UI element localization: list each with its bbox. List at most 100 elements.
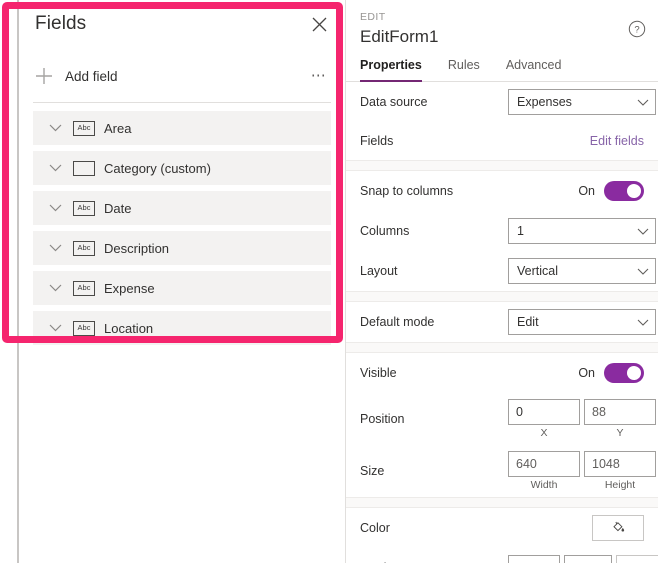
position-label: Position xyxy=(360,412,405,426)
layout-row: Layout Vertical xyxy=(360,251,656,291)
tab-advanced[interactable]: Advanced xyxy=(506,58,562,81)
plus-icon xyxy=(33,65,55,87)
field-list-item-location[interactable]: Abc Location xyxy=(33,311,331,345)
tab-advanced-label: Advanced xyxy=(505,58,562,72)
abc-text-icon: Abc xyxy=(73,240,95,256)
data-source-label: Data source xyxy=(360,95,428,109)
blank-custom-icon xyxy=(73,160,95,176)
snap-to-columns-row: Snap to columns On xyxy=(360,171,644,211)
field-list-item-label: Area xyxy=(104,120,132,136)
chevron-down-icon xyxy=(637,319,649,326)
default-mode-value: Edit xyxy=(517,315,539,329)
columns-label: Columns xyxy=(360,224,410,238)
default-mode-dropdown[interactable]: Edit xyxy=(508,309,656,335)
position-x-input[interactable]: 0 xyxy=(508,399,580,425)
visible-state: On xyxy=(578,366,595,380)
add-field-button[interactable]: Add field ⋯ xyxy=(33,56,331,96)
position-row: Position 0 88 X Y xyxy=(360,393,656,445)
fields-divider xyxy=(33,102,331,103)
data-group: Data source Expenses Fields Edit fields xyxy=(346,82,658,160)
data-source-dropdown[interactable]: Expenses xyxy=(508,89,656,115)
fields-panel-title: Fields xyxy=(35,13,87,34)
layout-dropdown[interactable]: Vertical xyxy=(508,258,656,284)
visible-toggle[interactable] xyxy=(604,363,644,383)
edit-fields-link[interactable]: Edit fields xyxy=(590,134,644,148)
mode-group: Default mode Edit xyxy=(346,302,658,342)
field-list-item-description[interactable]: Abc Description xyxy=(33,231,331,265)
abc-text-icon: Abc xyxy=(73,120,95,136)
chevron-down-icon[interactable] xyxy=(47,240,63,256)
border-color-swatch[interactable] xyxy=(616,555,658,563)
section-separator xyxy=(346,160,658,171)
question-circle-icon[interactable]: ? xyxy=(626,18,648,40)
appearance-group: Color Border xyxy=(346,508,658,563)
toggle-knob xyxy=(627,184,641,198)
chevron-down-icon xyxy=(637,99,649,106)
field-list-item-label: Date xyxy=(104,200,132,216)
color-label: Color xyxy=(360,521,390,535)
fill-color-button[interactable] xyxy=(592,515,644,541)
section-separator xyxy=(346,291,658,302)
data-source-row: Data source Expenses xyxy=(360,82,656,122)
data-source-value: Expenses xyxy=(517,95,572,109)
field-list-item-label: Expense xyxy=(104,280,155,296)
columns-value: 1 xyxy=(517,224,524,238)
fields-row: Fields Edit fields xyxy=(360,122,644,160)
default-mode-row: Default mode Edit xyxy=(360,302,656,342)
chevron-down-icon[interactable] xyxy=(47,160,63,176)
fields-panel-header: Fields xyxy=(19,0,345,48)
chevron-down-icon[interactable] xyxy=(47,320,63,336)
border-style-dropdown[interactable] xyxy=(508,555,560,563)
section-separator xyxy=(346,497,658,508)
default-mode-label: Default mode xyxy=(360,315,435,329)
position-y-input[interactable]: 88 xyxy=(584,399,656,425)
size-row: Size 640 1048 Width Height xyxy=(360,445,656,497)
abc-text-icon: Abc xyxy=(73,320,95,336)
columns-row: Columns 1 xyxy=(360,211,656,251)
tab-rules-label: Rules xyxy=(447,58,480,72)
edit-kicker-label: EDIT xyxy=(360,11,386,23)
field-list-item-label: Location xyxy=(104,320,154,336)
tab-rules[interactable]: Rules xyxy=(448,58,480,81)
field-list-item-label: Description xyxy=(104,240,170,256)
chevron-down-icon[interactable] xyxy=(47,120,63,136)
snap-to-columns-state: On xyxy=(578,184,595,198)
size-label: Size xyxy=(360,464,385,478)
chevron-down-icon[interactable] xyxy=(47,200,63,216)
fields-panel: Fields Add field ⋯ Abc Area Category (cu… xyxy=(19,0,345,345)
snap-to-columns-toggle[interactable] xyxy=(604,181,644,201)
app-root: Fields Add field ⋯ Abc Area Category (cu… xyxy=(0,0,658,563)
size-height-input[interactable]: 1048 xyxy=(584,451,656,477)
geometry-group: Visible On Position 0 88 X Y Size 640 10… xyxy=(346,353,658,497)
layout-value: Vertical xyxy=(517,264,558,278)
paint-bucket-icon xyxy=(611,519,626,537)
tab-properties[interactable]: Properties xyxy=(360,58,422,82)
field-list-item-area[interactable]: Abc Area xyxy=(33,111,331,145)
svg-text:?: ? xyxy=(634,25,639,36)
field-list-item-label: Category (custom) xyxy=(104,160,211,176)
columns-dropdown[interactable]: 1 xyxy=(508,218,656,244)
close-icon[interactable] xyxy=(303,8,335,40)
snap-to-columns-label: Snap to columns xyxy=(360,184,454,198)
layout-label: Layout xyxy=(360,264,398,278)
size-height-caption: Height xyxy=(604,479,636,491)
border-thickness-input[interactable]: 0 xyxy=(564,555,612,563)
size-width-input[interactable]: 640 xyxy=(508,451,580,477)
properties-pane-header: EDIT EditForm1 ? xyxy=(346,0,658,49)
visible-row: Visible On xyxy=(360,353,644,393)
color-row: Color xyxy=(360,508,644,548)
abc-text-icon: Abc xyxy=(73,280,95,296)
layout-group: Snap to columns On Columns 1 Layout Vert… xyxy=(346,171,658,291)
control-name-title: EditForm1 xyxy=(360,27,439,46)
visible-label: Visible xyxy=(360,366,397,380)
fields-label: Fields xyxy=(360,134,394,148)
field-list-item-date[interactable]: Abc Date xyxy=(33,191,331,225)
section-separator xyxy=(346,342,658,353)
field-list-item-category[interactable]: Category (custom) xyxy=(33,151,331,185)
ellipsis-icon[interactable]: ⋯ xyxy=(307,65,331,87)
field-list-item-expense[interactable]: Abc Expense xyxy=(33,271,331,305)
field-list: Abc Area Category (custom) Abc Date Abc … xyxy=(33,111,331,345)
properties-pane: EDIT EditForm1 ? Properties Rules Advanc… xyxy=(345,0,658,563)
add-field-label: Add field xyxy=(65,68,118,84)
chevron-down-icon[interactable] xyxy=(47,280,63,296)
